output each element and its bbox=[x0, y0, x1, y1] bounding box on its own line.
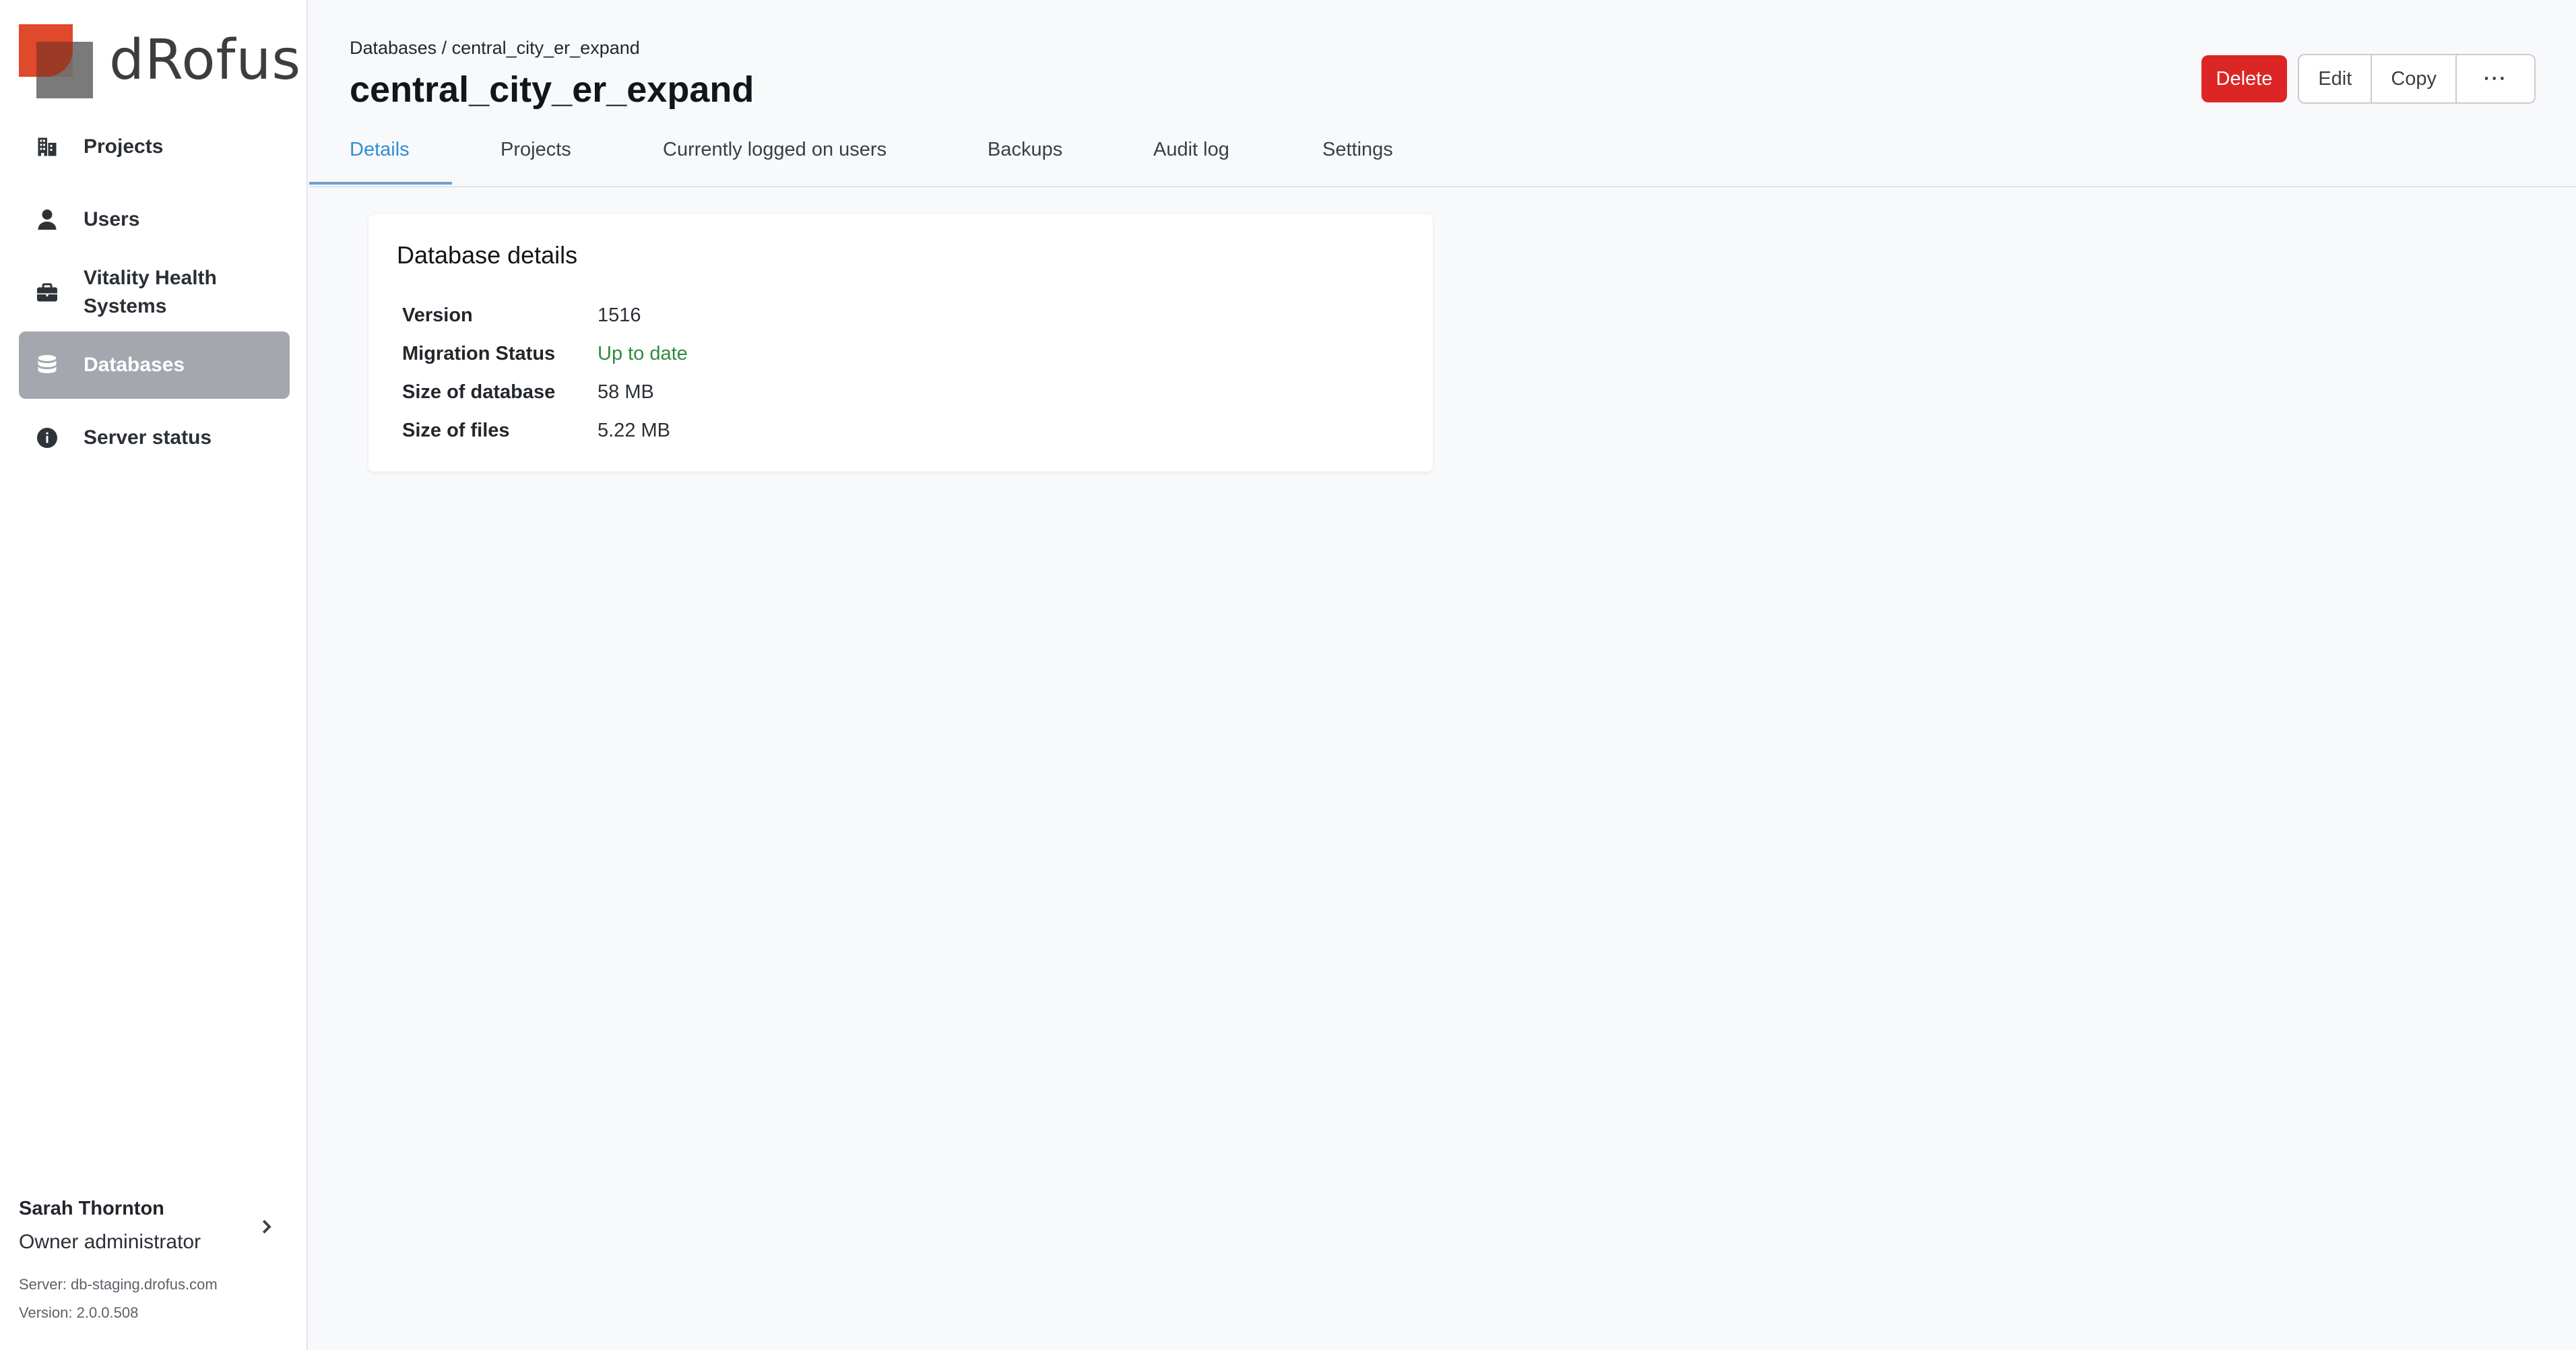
details-list: Version 1516 Migration Status Up to date… bbox=[402, 296, 688, 450]
sidebar-nav: Projects Users Vitality Health Systems D… bbox=[19, 113, 290, 477]
tab-backups[interactable]: Backups bbox=[988, 132, 1062, 185]
detail-key: Size of database bbox=[402, 381, 556, 403]
detail-key: Migration Status bbox=[402, 343, 556, 364]
sidebar-item-projects[interactable]: Projects bbox=[19, 113, 290, 181]
sidebar-item-label: Projects bbox=[84, 135, 164, 158]
user-role: Owner administrator bbox=[19, 1231, 201, 1253]
tab-currently-logged-on-users[interactable]: Currently logged on users bbox=[663, 132, 887, 185]
drofus-logo[interactable]: dRofus bbox=[19, 24, 300, 98]
more-options-button[interactable]: ··· bbox=[2455, 55, 2534, 102]
sidebar-item-label: Databases bbox=[84, 354, 185, 376]
sidebar-item-label: Users bbox=[84, 208, 140, 230]
tab-settings[interactable]: Settings bbox=[1322, 132, 1393, 185]
sidebar-item-server-status[interactable]: Server status bbox=[19, 404, 290, 472]
sidebar-item-users[interactable]: Users bbox=[19, 186, 290, 253]
building-icon bbox=[34, 133, 61, 160]
user-menu[interactable]: Sarah Thornton Owner administrator Serve… bbox=[19, 1195, 290, 1323]
action-button-group: Edit Copy ··· bbox=[2298, 54, 2536, 104]
chevron-right-icon[interactable] bbox=[256, 1217, 276, 1237]
card-heading: Database details bbox=[397, 241, 578, 269]
header-actions: Delete Edit Copy ··· bbox=[2201, 54, 2536, 104]
detail-value: 58 MB bbox=[598, 381, 654, 403]
detail-row-version: Version 1516 bbox=[402, 296, 688, 335]
sidebar: dRofus Projects Users Vitality Health Sy… bbox=[0, 0, 308, 1350]
tab-projects[interactable]: Projects bbox=[501, 132, 571, 185]
detail-value: 5.22 MB bbox=[598, 420, 670, 441]
detail-key: Size of files bbox=[402, 420, 510, 441]
app-window: dRofus Projects Users Vitality Health Sy… bbox=[0, 0, 2576, 1350]
page-title: central_city_er_expand bbox=[350, 69, 754, 110]
info-icon bbox=[34, 424, 61, 451]
edit-button[interactable]: Edit bbox=[2299, 55, 2371, 102]
tab-details[interactable]: Details bbox=[309, 132, 452, 185]
detail-value: 1516 bbox=[598, 304, 641, 326]
briefcase-icon bbox=[34, 279, 61, 306]
database-details-card: Database details Version 1516 Migration … bbox=[368, 214, 1433, 472]
detail-row-migration-status: Migration Status Up to date bbox=[402, 335, 688, 373]
breadcrumb: Databases / central_city_er_expand bbox=[350, 38, 640, 58]
status-value: Up to date bbox=[598, 343, 688, 364]
tab-audit-log[interactable]: Audit log bbox=[1153, 132, 1229, 185]
sidebar-item-label: Vitality Health Systems bbox=[84, 267, 217, 317]
version-info: Version: 2.0.0.508 bbox=[19, 1304, 139, 1321]
detail-row-size-of-files: Size of files 5.22 MB bbox=[402, 412, 688, 450]
database-icon bbox=[34, 352, 61, 379]
tab-bar: Details Projects Currently logged on use… bbox=[309, 132, 2576, 187]
logo-wordmark: dRofus bbox=[109, 28, 302, 92]
copy-button[interactable]: Copy bbox=[2371, 55, 2456, 102]
sidebar-item-label: Server status bbox=[84, 426, 212, 449]
detail-row-size-of-database: Size of database 58 MB bbox=[402, 373, 688, 412]
sidebar-item-vitality-health-systems[interactable]: Vitality Health Systems bbox=[19, 259, 290, 326]
detail-key: Version bbox=[402, 304, 473, 326]
main-content: Databases / central_city_er_expand centr… bbox=[309, 0, 2576, 1350]
sidebar-item-databases[interactable]: Databases bbox=[19, 331, 290, 399]
user-icon bbox=[34, 206, 61, 233]
user-name: Sarah Thornton bbox=[19, 1198, 164, 1219]
server-info: Server: db-staging.drofus.com bbox=[19, 1276, 218, 1293]
delete-button[interactable]: Delete bbox=[2201, 55, 2288, 102]
